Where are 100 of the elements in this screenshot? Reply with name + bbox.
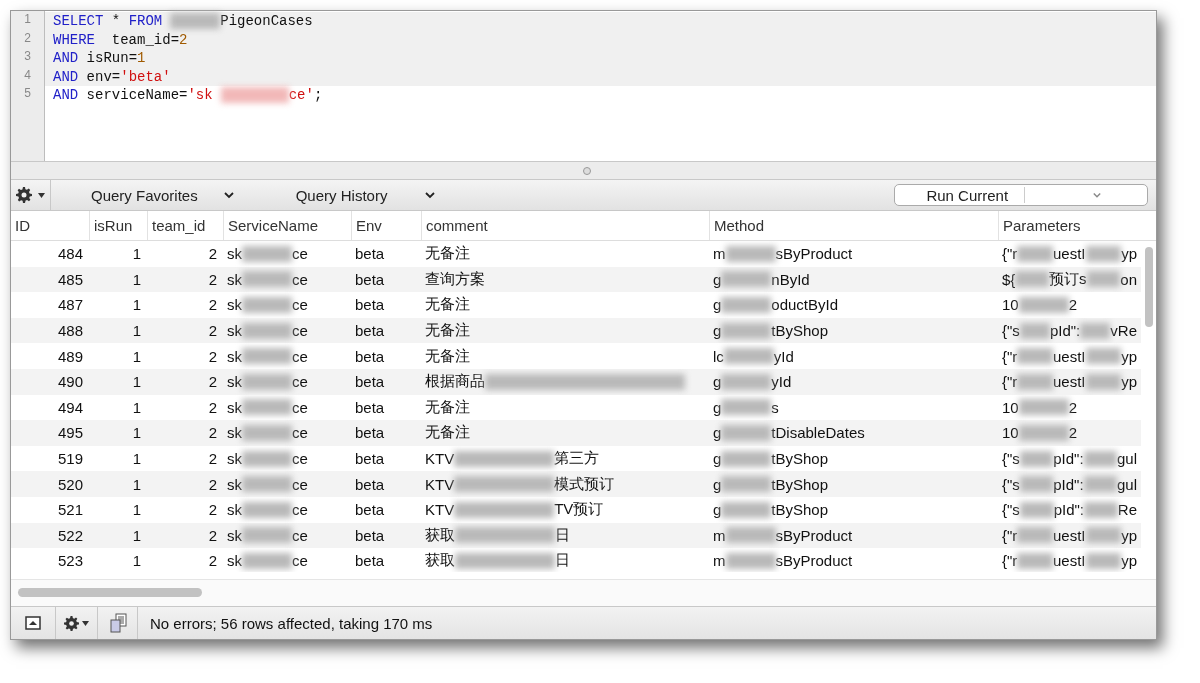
code-text: PigeonCases (220, 13, 313, 30)
cell-text: sk (227, 373, 242, 391)
cell-text: 10 (1002, 398, 1019, 416)
cell-text: 2 (208, 296, 217, 314)
cell-text: m (713, 245, 726, 263)
cell-text: beta (355, 424, 385, 442)
cell-text: pId": (1053, 450, 1084, 468)
column-header[interactable]: isRun (89, 211, 147, 240)
cell-text: 2 (208, 245, 217, 263)
cell-text: s (771, 398, 779, 416)
blurred-redaction (242, 476, 292, 493)
cell-text: beta (355, 373, 385, 391)
cell-text: 获取 (425, 551, 455, 571)
cell-text: sk (227, 475, 242, 493)
cell-text: uestI (1053, 347, 1086, 365)
blurred-redaction (1018, 399, 1069, 416)
cell-text: sk (227, 501, 242, 519)
cell-text: ce (292, 475, 308, 493)
cell-text: 2 (208, 501, 217, 519)
cell-text: g (713, 475, 722, 493)
blurred-redaction (1018, 424, 1069, 441)
cell-text: 522 (57, 526, 83, 544)
blurred-redaction (721, 450, 772, 467)
cell-text: 1 (132, 450, 141, 468)
cell-text: beta (355, 322, 385, 340)
cell-text: sk (227, 552, 242, 570)
column-header[interactable]: team_id (147, 211, 223, 240)
cell-text: 1 (132, 347, 141, 365)
column-header[interactable]: comment (421, 211, 709, 240)
horizontal-scrollbar[interactable] (18, 588, 202, 597)
column-header[interactable]: Env (351, 211, 421, 240)
cell-text: uestI (1053, 552, 1086, 570)
cell-text: tDisableDates (771, 424, 865, 442)
blurred-redaction (1085, 245, 1122, 262)
cell-text: 487 (57, 296, 83, 314)
column-header[interactable]: Parameters (998, 211, 1141, 240)
cell-text: tByShop (771, 501, 829, 519)
run-current-button[interactable]: Run Current (894, 184, 1148, 206)
cell-text: 无备注 (425, 423, 470, 443)
cell-text: g (713, 373, 722, 391)
cell-text: 488 (57, 322, 83, 340)
cell-text: 1 (132, 373, 141, 391)
cell-text: sByProduct (775, 526, 853, 544)
cell-text: {"s (1002, 475, 1020, 493)
cell-text: 1 (132, 475, 141, 493)
cell-text: g (713, 398, 722, 416)
blurred-redaction (242, 450, 292, 467)
blurred-redaction (1017, 552, 1053, 569)
cell-text: uestI (1053, 373, 1086, 391)
cell-text: g (713, 296, 722, 314)
query-history-dropdown[interactable]: Query History (295, 186, 436, 204)
vertical-scrollbar[interactable] (1145, 247, 1153, 327)
chevron-icon (425, 191, 436, 199)
code-text: SELECT * FROM (53, 13, 163, 30)
cell-text: 模式预订 (554, 474, 615, 494)
column-header[interactable]: ServiceName (223, 211, 351, 240)
cell-text: TV预订 (554, 500, 604, 520)
column-header[interactable]: ID (11, 211, 89, 240)
cell-text: yId (771, 373, 792, 391)
blurred-redaction (721, 271, 772, 288)
caret-icon (82, 620, 89, 626)
blurred-redaction (723, 348, 774, 365)
cell-text: sk (227, 296, 242, 314)
cell-text: 1 (132, 552, 141, 570)
cell-text: 494 (57, 398, 83, 416)
cell-text: m (713, 526, 726, 544)
cell-text: sk (227, 347, 242, 365)
cell-text: 1 (132, 526, 141, 544)
cell-text: Re (1117, 501, 1137, 519)
blurred-redaction (1083, 450, 1117, 467)
cell-text: KTV (425, 450, 455, 468)
splitter-handle[interactable] (583, 166, 591, 175)
code-text: AND serviceName='sk (53, 87, 213, 104)
blurred-redaction (721, 501, 772, 518)
blurred-redaction (242, 501, 292, 518)
cell-text: 2 (208, 373, 217, 391)
cell-text: 489 (57, 347, 83, 365)
query-favorites-dropdown[interactable]: Query Favorites (91, 186, 234, 204)
gear-icon (64, 615, 79, 631)
chevron-icon (223, 191, 234, 199)
cell-text: sk (227, 424, 242, 442)
cell-text: ${ (1002, 270, 1016, 288)
cell-text: 查询方案 (425, 269, 485, 289)
cell-text: ce (292, 398, 308, 416)
cell-text: 10 (1002, 296, 1019, 314)
code-text: WHERE team_id=2 (53, 31, 188, 48)
column-header[interactable]: Method (709, 211, 998, 240)
cell-text: 2 (208, 552, 217, 570)
blurred-redaction (1019, 322, 1050, 339)
blurred-redaction (1017, 527, 1053, 544)
cell-text: g (713, 322, 722, 340)
cell-text: sk (227, 245, 242, 263)
cell-text: beta (355, 450, 385, 468)
cell-text: 2 (208, 322, 217, 340)
cell-text: 1 (132, 424, 141, 442)
blurred-redaction (1085, 527, 1122, 544)
code-text: AND isRun=1 (53, 50, 146, 67)
cell-text: g (713, 424, 722, 442)
cell-text: 2 (208, 424, 217, 442)
blurred-redaction (242, 527, 292, 544)
